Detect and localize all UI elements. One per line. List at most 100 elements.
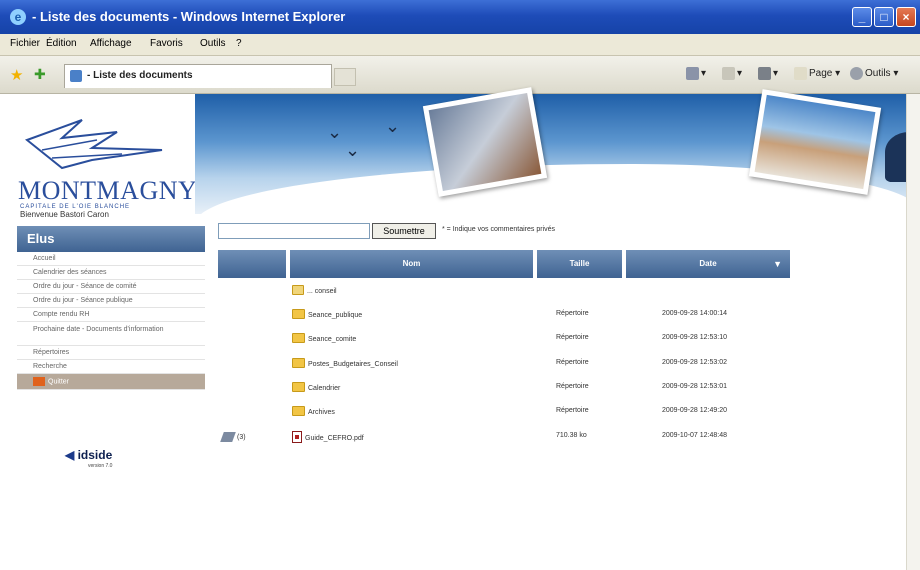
bird-icon: ⌄ (385, 116, 401, 136)
column-header-name[interactable]: Nom (290, 250, 533, 278)
close-button[interactable]: × (896, 7, 916, 27)
file-date: 2009-09-28 12:53:02 (662, 359, 727, 366)
file-name[interactable]: Seance_comite (308, 336, 356, 343)
gear-icon (850, 67, 863, 80)
sidebar: Elus Accueil Calendrier des séances Ordr… (17, 226, 205, 390)
site-logo[interactable]: MONTMAGNY CAPITALE DE L'OIE BLANCHE (12, 100, 197, 210)
tab-label: - Liste des documents (87, 70, 193, 81)
folder-icon (292, 358, 305, 368)
sort-down-icon[interactable]: ▼ (773, 250, 782, 278)
vertical-scrollbar[interactable] (906, 94, 920, 570)
folder-icon (292, 382, 305, 392)
column-header-date-label: Date (699, 259, 717, 268)
banner-photo-geese (748, 89, 882, 195)
column-header-name-label: Nom (402, 259, 421, 268)
maximize-button[interactable]: □ (874, 7, 894, 27)
folder-icon (292, 406, 305, 416)
add-favorite-icon[interactable]: ✚ (34, 66, 46, 83)
goose-logo-icon (24, 119, 163, 170)
menu-tools[interactable]: Outils (200, 38, 226, 49)
sidebar-item-quitter[interactable]: Quitter (17, 374, 205, 390)
idside-version: version 7.0 (88, 463, 113, 469)
menu-favorites[interactable]: Favoris (150, 38, 183, 49)
feeds-button[interactable]: ▾ (722, 67, 742, 80)
file-name[interactable]: Guide_CEFRO.pdf (305, 435, 364, 442)
tools-menu-button[interactable]: Outils ▾ (850, 67, 898, 80)
table-row[interactable]: Seance_publique Répertoire 2009-09-28 14… (218, 306, 790, 328)
table-row[interactable]: (3) Guide_CEFRO.pdf 710.38 ko 2009-10-07… (218, 428, 790, 450)
print-button[interactable]: ▾ (758, 67, 778, 80)
menu-file[interactable]: Fichier (10, 38, 40, 49)
file-size: Répertoire (556, 334, 589, 341)
new-tab-button[interactable] (334, 68, 356, 86)
table-row[interactable]: Calendrier Répertoire 2009-09-28 12:53:0… (218, 379, 790, 401)
page-menu-label: Page (809, 68, 833, 80)
print-icon (758, 67, 771, 80)
file-date: 2009-09-28 14:00:14 (662, 310, 727, 317)
sidebar-item-recherche[interactable]: Recherche (17, 360, 205, 374)
file-size: 710.38 ko (556, 432, 587, 439)
sidebar-item-calendrier[interactable]: Calendrier des séances (17, 266, 205, 280)
parent-folder-icon (292, 285, 304, 295)
column-header-size-label: Taille (569, 259, 590, 268)
file-size: Répertoire (556, 383, 589, 390)
bird-icon: ⌄ (327, 122, 343, 142)
sidebar-heading: Elus (17, 226, 205, 252)
home-icon (686, 67, 699, 80)
file-name[interactable]: Calendrier (308, 385, 340, 392)
sidebar-item-accueil[interactable]: Accueil (17, 252, 205, 266)
page-content: MONTMAGNY CAPITALE DE L'OIE BLANCHE Bien… (0, 87, 920, 570)
sidebar-item-prochaine-date[interactable]: Prochaine date - Documents d'information (17, 322, 205, 346)
feeds-icon (722, 67, 735, 80)
banner-photo-musician (422, 87, 548, 197)
menu-bar: Fichier Édition Affichage Favoris Outils… (0, 34, 920, 56)
tools-menu-label: Outils (865, 68, 891, 80)
idside-arrow-icon: ◀ (65, 448, 75, 462)
favorites-star-icon[interactable]: ★ (10, 66, 23, 84)
idside-logo: ◀ idside (65, 448, 112, 462)
ie-icon: e (10, 9, 26, 25)
folder-icon (292, 309, 305, 319)
submit-button[interactable]: Soumettre (372, 223, 436, 239)
welcome-text: Bienvenue Bastori Caron (20, 210, 109, 219)
private-comments-hint: * = Indique vos commentaires privés (442, 226, 556, 233)
table-row[interactable]: Postes_Budgetaires_Conseil Répertoire 20… (218, 355, 790, 377)
sidebar-item-odj-comite[interactable]: Ordre du jour - Séance de comité (17, 280, 205, 294)
edit-comment-icon[interactable] (220, 432, 236, 442)
file-name[interactable]: Archives (308, 409, 335, 416)
file-name[interactable]: Seance_publique (308, 312, 362, 319)
tab-toolbar-row: ★ ✚ - Liste des documents ▾ ▾ ▾ Page ▾ O… (0, 56, 920, 94)
idside-brand: idside (77, 448, 113, 462)
file-date: 2009-09-28 12:53:01 (662, 383, 727, 390)
file-name[interactable]: Postes_Budgetaires_Conseil (308, 361, 398, 368)
table-row[interactable]: ... conseil (218, 282, 790, 304)
table-row[interactable]: Archives Répertoire 2009-09-28 12:49:20 (218, 403, 790, 425)
page-icon (70, 70, 82, 82)
tab-liste-documents[interactable]: - Liste des documents (64, 64, 332, 88)
sidebar-item-label: Quitter (48, 378, 70, 386)
logo-name: MONTMAGNY (18, 176, 198, 205)
column-header-date[interactable]: Date ▼ (626, 250, 790, 278)
file-size: Répertoire (556, 407, 589, 414)
page-menu-icon (794, 67, 807, 80)
sidebar-item-repertoires[interactable]: Répertoires (17, 346, 205, 360)
bird-icon: ⌄ (345, 140, 361, 160)
page-menu-button[interactable]: Page ▾ (794, 67, 840, 80)
home-button[interactable]: ▾ (686, 67, 706, 80)
file-name[interactable]: ... conseil (307, 288, 337, 295)
column-header-icon (218, 250, 286, 278)
menu-view[interactable]: Affichage (90, 38, 132, 49)
menu-edit[interactable]: Édition (46, 38, 77, 49)
file-date: 2009-09-28 12:49:20 (662, 407, 727, 414)
comment-count[interactable]: (3) (237, 434, 246, 441)
window-title: - Liste des documents - Windows Internet… (32, 9, 346, 24)
sidebar-item-compte-rendu[interactable]: Compte rendu RH (17, 308, 205, 322)
sidebar-item-odj-publique[interactable]: Ordre du jour - Séance publique (17, 294, 205, 308)
column-header-size[interactable]: Taille (537, 250, 622, 278)
minimize-button[interactable]: _ (852, 7, 872, 27)
exit-icon (33, 377, 45, 386)
menu-help[interactable]: ? (236, 38, 242, 49)
search-input[interactable] (218, 223, 370, 239)
file-date: 2009-10-07 12:48:48 (662, 432, 727, 439)
table-row[interactable]: Seance_comite Répertoire 2009-09-28 12:5… (218, 330, 790, 352)
